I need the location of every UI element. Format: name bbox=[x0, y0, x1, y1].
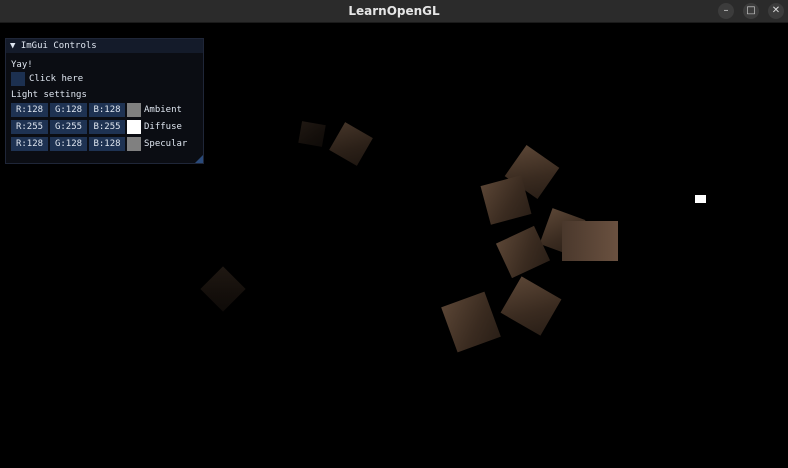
resize-grip-icon[interactable] bbox=[195, 155, 203, 163]
collapse-arrow-icon[interactable]: ▼ bbox=[10, 41, 15, 51]
click-here-checkbox[interactable] bbox=[11, 72, 25, 86]
container-cube bbox=[298, 121, 326, 147]
diffuse-color-swatch[interactable] bbox=[127, 120, 141, 134]
container-cube bbox=[562, 221, 618, 261]
yay-text: Yay! bbox=[11, 60, 33, 70]
light-settings-label: Light settings bbox=[11, 90, 87, 100]
diffuse-r-slider[interactable]: R:255 bbox=[11, 120, 48, 134]
window-titlebar[interactable]: LearnOpenGL – □ ✕ bbox=[0, 0, 788, 23]
container-cube bbox=[500, 276, 562, 336]
maximize-button[interactable]: □ bbox=[743, 3, 759, 19]
ambient-color-swatch[interactable] bbox=[127, 103, 141, 117]
container-cube bbox=[441, 291, 501, 353]
ambient-g-slider[interactable]: G:128 bbox=[50, 103, 87, 117]
ambient-b-slider[interactable]: B:128 bbox=[89, 103, 125, 117]
specular-r-slider[interactable]: R:128 bbox=[11, 137, 48, 151]
specular-label: Specular bbox=[144, 139, 188, 149]
imgui-titlebar[interactable]: ▼ ImGui Controls bbox=[6, 39, 203, 53]
close-button[interactable]: ✕ bbox=[768, 3, 784, 19]
imgui-title: ImGui Controls bbox=[20, 41, 97, 51]
diffuse-label: Diffuse bbox=[144, 122, 182, 132]
minimize-button[interactable]: – bbox=[718, 3, 734, 19]
diffuse-g-slider[interactable]: G:255 bbox=[50, 120, 87, 134]
ambient-r-slider[interactable]: R:128 bbox=[11, 103, 48, 117]
specular-color-swatch[interactable] bbox=[127, 137, 141, 151]
container-cube bbox=[329, 122, 373, 166]
diffuse-b-slider[interactable]: B:255 bbox=[89, 120, 125, 134]
specular-b-slider[interactable]: B:128 bbox=[89, 137, 125, 151]
ambient-label: Ambient bbox=[144, 105, 182, 115]
window-title: LearnOpenGL bbox=[348, 4, 440, 18]
container-cube bbox=[200, 266, 246, 312]
light-source-cube bbox=[695, 195, 706, 203]
checkbox-label: Click here bbox=[29, 74, 84, 84]
specular-g-slider[interactable]: G:128 bbox=[50, 137, 87, 151]
imgui-controls-window[interactable]: ▼ ImGui Controls Yay! Click here Light s… bbox=[5, 38, 204, 164]
